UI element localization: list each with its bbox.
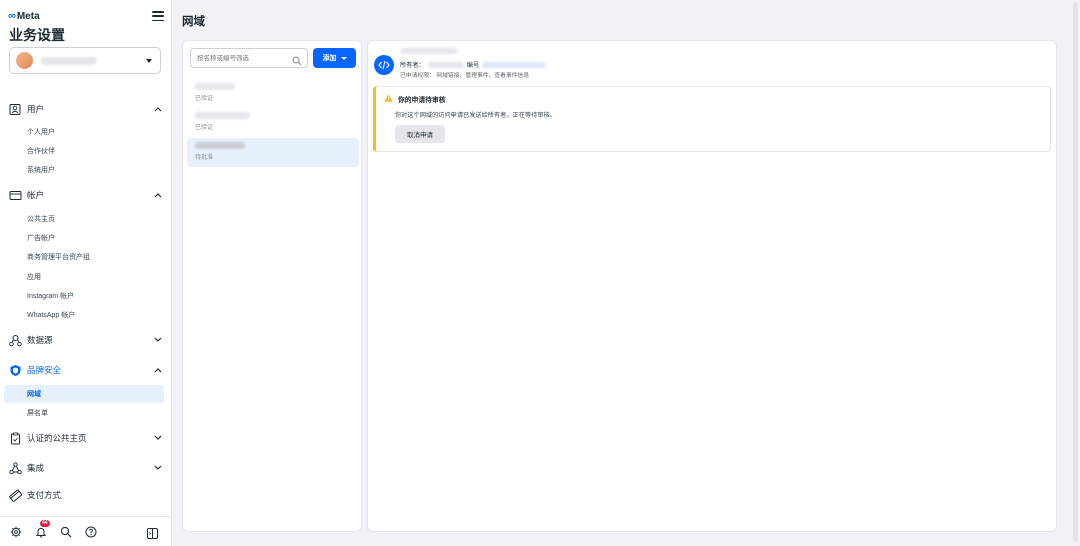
add-domain-button[interactable]: 添加	[313, 48, 356, 68]
sidebar-item-blocklist[interactable]: 屏名单	[4, 404, 164, 422]
business-account-select[interactable]	[9, 47, 161, 74]
sidebar-section-label: 用户	[27, 104, 45, 114]
domain-name-redacted	[195, 112, 250, 119]
brand-row: ∞ Meta	[8, 8, 164, 24]
domain-name-redacted	[195, 83, 235, 90]
sidebar-item-whatsapp-accounts[interactable]: WhatsApp 帐户	[4, 306, 164, 324]
sidebar-section-label: 数据源	[27, 335, 53, 345]
pending-review-alert: 你的申请待审核 你对这个网域的访问申请已发送给所有者，正在等待审核。 取消申请	[373, 86, 1051, 152]
sidebar-item-apps[interactable]: 应用	[4, 268, 164, 286]
scrollbar[interactable]	[1070, 0, 1080, 546]
account-box-icon	[9, 189, 22, 202]
id-label: 编号	[466, 62, 480, 69]
sidebar-section-verified-pages[interactable]: 认证的公共主页	[9, 430, 163, 446]
sidebar-item-ad-accounts[interactable]: 广告帐户	[4, 229, 164, 247]
chevron-down-icon	[153, 335, 163, 345]
notification-badge: 44	[40, 519, 50, 527]
domain-list-item[interactable]: 已验证	[187, 79, 359, 108]
sidebar-section-label: 集成	[27, 463, 45, 473]
search-input[interactable]	[197, 54, 289, 62]
meta-infinity-icon: ∞	[8, 10, 16, 22]
alert-title: 你的申请待审核	[384, 94, 446, 104]
domain-name-redacted	[400, 48, 458, 54]
sidebar-item-asset-groups[interactable]: 商务管理平台资产组	[4, 248, 164, 266]
sidebar-section-data-sources[interactable]: 数据源	[9, 332, 163, 348]
panel-toggle-icon[interactable]	[147, 526, 158, 539]
sidebar: ∞ Meta 业务设置 用户 个人用户 合作伙伴 系统用户 帐户 公共主页 广告…	[0, 0, 172, 546]
alert-title-text: 你的申请待审核	[398, 97, 446, 104]
sidebar-item-partners[interactable]: 合作伙伴	[4, 142, 164, 160]
domain-list-panel: 添加 已验证 已验证 待批准	[182, 40, 362, 532]
sidebar-footer: 44	[0, 516, 172, 546]
data-source-icon	[9, 334, 22, 347]
help-icon[interactable]	[84, 525, 98, 539]
domain-list-item[interactable]: 已验证	[187, 108, 359, 137]
domain-detail-panel: 所有者： 编号 已申请权限： 网域链接、管理事件、查看事件信息 你的申请待审核 …	[367, 40, 1057, 532]
alert-body: 你对这个网域的访问申请已发送给所有者，正在等待审核。	[395, 112, 556, 119]
chevron-down-icon	[146, 59, 152, 63]
sidebar-section-label: 帐户	[27, 190, 45, 200]
sidebar-item-individual-users[interactable]: 个人用户	[4, 123, 164, 141]
search-icon	[292, 53, 302, 71]
cancel-request-button[interactable]: 取消申请	[395, 125, 445, 143]
sidebar-item-pages[interactable]: 公共主页	[4, 210, 164, 228]
gear-icon[interactable]	[9, 525, 23, 539]
chevron-down-icon	[340, 56, 347, 60]
meta-logo-text: Meta	[16, 10, 40, 22]
chevron-up-icon	[153, 104, 163, 114]
domain-status: 待批准	[195, 155, 214, 161]
sidebar-item-domains[interactable]: 网域	[4, 385, 164, 403]
chevron-down-icon	[153, 433, 163, 443]
search-field[interactable]	[190, 48, 308, 68]
sidebar-section-accounts[interactable]: 帐户	[9, 187, 163, 203]
domain-id-redacted	[482, 61, 547, 68]
chevron-up-icon	[153, 190, 163, 200]
avatar	[16, 52, 33, 69]
code-icon	[374, 55, 394, 75]
sidebar-item-system-users[interactable]: 系统用户	[4, 161, 164, 179]
warning-icon	[384, 94, 393, 104]
credit-card-icon	[9, 489, 22, 502]
user-group-icon	[9, 103, 22, 116]
sidebar-section-payment[interactable]: 支付方式	[9, 487, 163, 503]
domain-status: 已验证	[195, 96, 214, 102]
sidebar-section-label: 品牌安全	[27, 365, 62, 375]
domain-status: 已验证	[195, 125, 214, 131]
sidebar-section-label: 认证的公共主页	[27, 433, 87, 443]
search-icon[interactable]	[59, 525, 73, 539]
owner-label: 所有者：	[400, 62, 425, 69]
shield-icon	[9, 364, 22, 377]
chevron-up-icon	[153, 365, 163, 375]
menu-icon[interactable]	[152, 11, 164, 21]
add-button-label: 添加	[322, 55, 337, 62]
integrations-icon	[9, 461, 22, 475]
scrollbar-thumb[interactable]	[1073, 2, 1078, 542]
owner-name-redacted	[427, 61, 464, 68]
domain-name-redacted	[195, 142, 245, 149]
chevron-down-icon	[153, 463, 163, 473]
permissions-line: 已申请权限： 网域链接、管理事件、查看事件信息	[400, 73, 530, 79]
main-page-title: 网域	[182, 16, 205, 28]
clipboard-check-icon	[9, 432, 22, 445]
sidebar-section-brand-safety[interactable]: 品牌安全	[9, 362, 163, 378]
meta-logo[interactable]: ∞ Meta	[8, 10, 40, 22]
owner-line: 所有者： 编号	[400, 60, 547, 69]
account-name-redacted	[41, 56, 97, 65]
sidebar-section-users[interactable]: 用户	[9, 101, 163, 117]
page-title: 业务设置	[9, 27, 65, 43]
sidebar-section-label: 支付方式	[27, 490, 62, 500]
domain-list-item-selected[interactable]: 待批准	[187, 138, 359, 167]
sidebar-section-integrations[interactable]: 集成	[9, 460, 163, 476]
sidebar-item-instagram-accounts[interactable]: Instagram 帐户	[4, 287, 164, 305]
bell-icon[interactable]: 44	[34, 519, 50, 539]
